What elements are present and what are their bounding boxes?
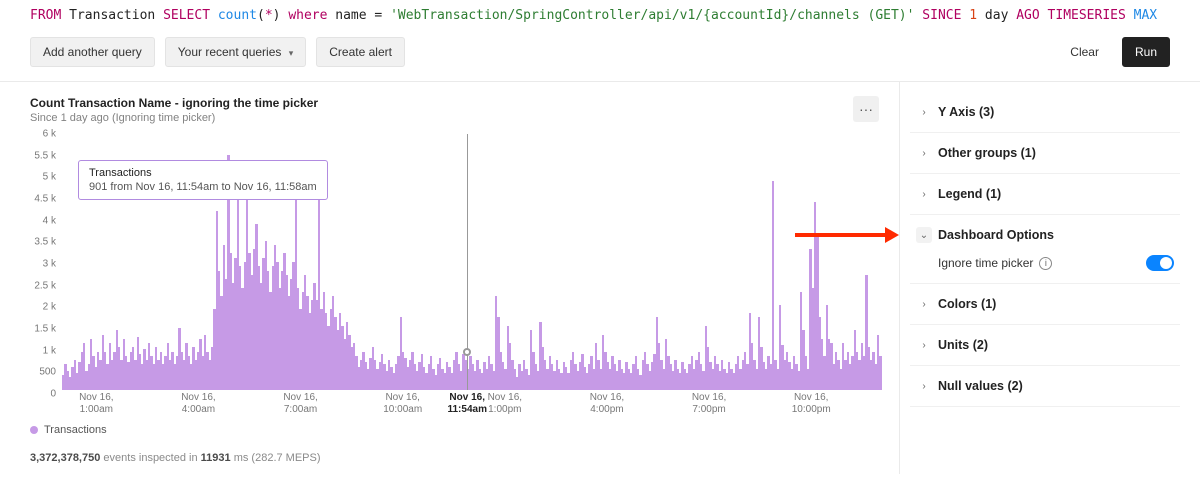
sidebar-section-5[interactable]: › Units (2) (910, 325, 1180, 365)
sidebar-section-label: Y Axis (3) (938, 105, 994, 119)
ignore-time-picker-toggle[interactable] (1146, 255, 1174, 271)
sidebar-section-2[interactable]: › Legend (1) (910, 174, 1180, 214)
sidebar-section-label: Other groups (1) (938, 146, 1036, 160)
chevron-down-icon: ▾ (289, 48, 294, 58)
settings-sidebar: › Y Axis (3) › Other groups (1) › Legend (1) ⌄… (900, 82, 1200, 474)
ignore-time-picker-row: Ignore time picker i (938, 255, 1174, 271)
tooltip-title: Transactions (89, 167, 317, 179)
sidebar-section-label: Dashboard Options (938, 228, 1054, 242)
sidebar-section-1[interactable]: › Other groups (1) (910, 133, 1180, 173)
nrql-query[interactable]: FROM Transaction SELECT count(*) where n… (0, 0, 1200, 31)
sidebar-section-label: Legend (1) (938, 187, 1001, 201)
chart-tooltip: Transactions 901 from Nov 16, 11:54am to… (78, 160, 328, 200)
run-button[interactable]: Run (1122, 37, 1170, 67)
chart-y-axis: 05001 k1.5 k2 k2.5 k3 k3.5 k4 k4.5 k5 k5… (30, 134, 60, 394)
chevron-right-icon: › (916, 145, 932, 161)
chevron-right-icon: › (916, 296, 932, 312)
sidebar-section-3[interactable]: ⌄ Dashboard Options (910, 215, 1180, 255)
recent-queries-label: Your recent queries (178, 45, 282, 59)
info-icon[interactable]: i (1039, 257, 1052, 270)
clear-button[interactable]: Clear (1057, 37, 1112, 67)
sidebar-section-0[interactable]: › Y Axis (3) (910, 92, 1180, 132)
query-ms: 11931 (201, 452, 231, 464)
add-query-button[interactable]: Add another query (30, 37, 155, 67)
ignore-time-picker-label: Ignore time picker (938, 256, 1033, 270)
sidebar-section-label: Null values (2) (938, 379, 1023, 393)
chart-subtitle: Since 1 day ago (Ignoring time picker) (30, 112, 853, 124)
create-alert-button[interactable]: Create alert (316, 37, 405, 67)
recent-queries-button[interactable]: Your recent queries ▾ (165, 37, 307, 67)
chart-title: Count Transaction Name - ignoring the ti… (30, 96, 853, 110)
chart-legend: Transactions (30, 424, 893, 436)
stats-mid: events inspected in (100, 452, 200, 464)
chart-cursor-dot (463, 348, 471, 356)
query-stats: 3,372,378,750 events inspected in 11931 … (30, 452, 893, 464)
sidebar-section-label: Colors (1) (938, 297, 996, 311)
sidebar-section-4[interactable]: › Colors (1) (910, 284, 1180, 324)
chevron-right-icon: › (916, 337, 932, 353)
events-count: 3,372,378,750 (30, 452, 100, 464)
chevron-right-icon: › (916, 186, 932, 202)
ms-unit: ms (231, 452, 252, 464)
chevron-right-icon: › (916, 378, 932, 394)
chevron-down-icon: ⌄ (916, 227, 932, 243)
tooltip-detail: 901 from Nov 16, 11:54am to Nov 16, 11:5… (89, 181, 317, 193)
sidebar-section-6[interactable]: › Null values (2) (910, 366, 1180, 406)
chart-menu-button[interactable]: ··· (853, 96, 879, 122)
query-meps: (282.7 MEPS) (251, 452, 320, 464)
query-toolbar: Add another query Your recent queries ▾ … (0, 31, 1200, 82)
chart-x-axis: Nov 16,1:00amNov 16,4:00amNov 16,7:00amN… (62, 390, 879, 414)
ellipsis-icon: ··· (859, 101, 873, 117)
chart-area[interactable]: 05001 k1.5 k2 k2.5 k3 k3.5 k4 k4.5 k5 k5… (30, 134, 893, 414)
legend-swatch (30, 426, 38, 434)
sidebar-section-label: Units (2) (938, 338, 988, 352)
chevron-right-icon: › (916, 104, 932, 120)
legend-label: Transactions (44, 424, 107, 436)
annotation-arrow (795, 230, 899, 240)
